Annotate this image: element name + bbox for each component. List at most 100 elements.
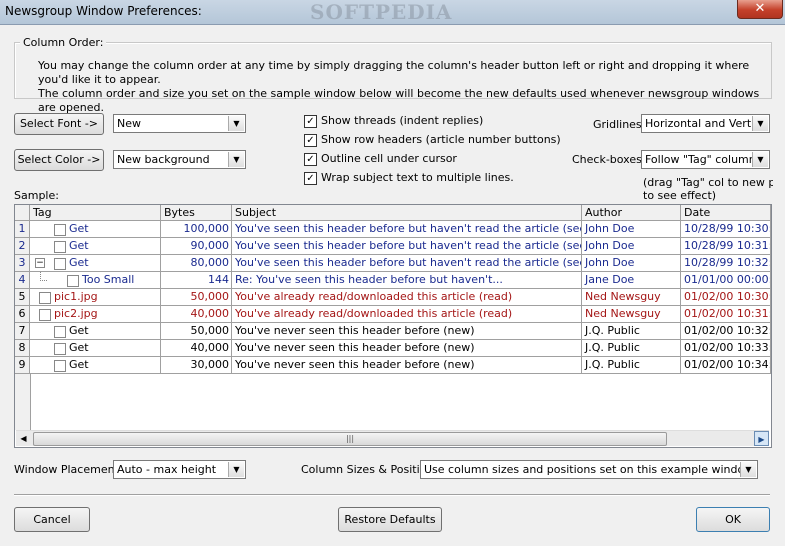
chevron-down-icon[interactable]: ▼ (752, 116, 768, 131)
tag-text: Get (69, 341, 89, 354)
row-number[interactable]: 1 (15, 221, 30, 238)
row-number[interactable]: 7 (15, 323, 30, 340)
bytes-cell: 50,000 (161, 323, 232, 340)
close-button[interactable]: ✕ (737, 0, 783, 19)
restore-defaults-button[interactable]: Restore Defaults (338, 507, 442, 532)
chevron-down-icon[interactable]: ▼ (228, 462, 244, 477)
bytes-cell: 144 (161, 272, 232, 289)
tag-checkbox[interactable] (54, 241, 66, 253)
checkboxes-select[interactable]: Follow "Tag" column ▼ (641, 150, 770, 169)
tag-checkbox[interactable] (54, 360, 66, 372)
column-sizes-select[interactable]: Use column sizes and positions set on th… (420, 460, 758, 479)
column-header-author[interactable]: Author (582, 205, 681, 221)
chevron-down-icon[interactable]: ▼ (752, 152, 768, 167)
tag-text: Get (69, 358, 89, 371)
tag-cell[interactable]: Get (30, 357, 161, 374)
bytes-cell: 40,000 (161, 306, 232, 323)
sample-grid[interactable]: Tag Bytes Subject Author Date 1 Get 100,… (14, 204, 772, 448)
bytes-cell: 40,000 (161, 340, 232, 357)
window-title: Newsgroup Window Preferences: (5, 4, 202, 18)
gridlines-select[interactable]: Horizontal and Vertical ▼ (641, 114, 770, 133)
column-sizes-value: Use column sizes and positions set on th… (424, 463, 756, 476)
tag-cell[interactable]: pic1.jpg (30, 289, 161, 306)
table-row[interactable]: 6 pic2.jpg 40,000 You've already read/do… (15, 306, 771, 323)
checkboxes-hint-1: (drag "Tag" col to new pos (643, 176, 773, 189)
tag-cell[interactable]: Get (30, 323, 161, 340)
date-cell: 01/02/00 10:33:00 (681, 340, 771, 357)
date-cell: 01/01/00 00:00:00 (681, 272, 771, 289)
select-color-button[interactable]: Select Color -> (14, 149, 104, 171)
wrap-subject-checkbox[interactable]: ✓ (304, 172, 317, 185)
scroll-thumb[interactable]: ||| (33, 432, 667, 446)
column-header-tag[interactable]: Tag (30, 205, 161, 221)
tag-checkbox[interactable] (54, 224, 66, 236)
row-number[interactable]: 3 (15, 255, 30, 272)
ok-button[interactable]: OK (696, 507, 770, 532)
tag-cell[interactable]: Get (30, 238, 161, 255)
font-select-value: New (117, 117, 141, 130)
date-cell: 10/28/99 10:30:00 (681, 221, 771, 238)
column-header-date[interactable]: Date (681, 205, 771, 221)
author-cell: Jane Doe (582, 272, 681, 289)
row-number[interactable]: 4 (15, 272, 30, 289)
subject-cell: Re: You've seen this header before but h… (232, 272, 582, 289)
scroll-left-icon[interactable]: ◀ (16, 431, 31, 446)
row-header-filler (15, 374, 31, 430)
show-row-headers-checkbox[interactable]: ✓ (304, 134, 317, 147)
select-font-button[interactable]: Select Font -> (14, 113, 104, 135)
tag-checkbox[interactable] (54, 343, 66, 355)
outline-cell-checkbox[interactable]: ✓ (304, 153, 317, 166)
table-row[interactable]: 9 Get 30,000 You've never seen this head… (15, 357, 771, 374)
tag-cell[interactable]: pic2.jpg (30, 306, 161, 323)
table-row[interactable]: 5 pic1.jpg 50,000 You've already read/do… (15, 289, 771, 306)
scroll-right-icon[interactable]: ▶ (754, 431, 769, 446)
table-row[interactable]: 7 Get 50,000 You've never seen this head… (15, 323, 771, 340)
date-cell: 10/28/99 10:32:00 (681, 255, 771, 272)
description-line-2: The column order and size you set on the… (38, 87, 760, 114)
row-number[interactable]: 6 (15, 306, 30, 323)
tag-checkbox[interactable] (39, 292, 51, 304)
tag-text: pic1.jpg (54, 290, 98, 303)
window-placement-select[interactable]: Auto - max height ▼ (113, 460, 246, 479)
row-number[interactable]: 2 (15, 238, 30, 255)
tag-text: pic2.jpg (54, 307, 98, 320)
show-threads-checkbox[interactable]: ✓ (304, 115, 317, 128)
row-number[interactable]: 8 (15, 340, 30, 357)
color-select[interactable]: New background ▼ (113, 150, 246, 169)
table-row[interactable]: 3 − Get 80,000 You've seen this header be… (15, 255, 771, 272)
gridlines-value: Horizontal and Vertical (645, 117, 753, 130)
outline-cell-label: Outline cell under cursor (321, 152, 457, 165)
tag-text: Get (69, 222, 89, 235)
chevron-down-icon[interactable]: ▼ (228, 116, 244, 131)
collapse-icon[interactable]: − (35, 258, 45, 268)
table-row[interactable]: 4 Too Small 144 Re: You've seen this hea… (15, 272, 771, 289)
tag-cell[interactable]: Get (30, 221, 161, 238)
date-cell: 01/02/00 10:34:00 (681, 357, 771, 374)
tag-cell[interactable]: − Get (30, 255, 161, 272)
row-number[interactable]: 9 (15, 357, 30, 374)
tag-checkbox[interactable] (54, 258, 66, 270)
horizontal-scrollbar[interactable]: ◀ ||| ▶ (16, 430, 769, 446)
chevron-down-icon[interactable]: ▼ (740, 462, 756, 477)
tag-checkbox[interactable] (39, 309, 51, 321)
subject-cell: You've already read/downloaded this arti… (232, 306, 582, 323)
tag-cell[interactable]: Get (30, 340, 161, 357)
tag-text: Get (69, 324, 89, 337)
chevron-down-icon[interactable]: ▼ (228, 152, 244, 167)
date-cell: 01/02/00 10:31:00 (681, 306, 771, 323)
subject-cell: You've never seen this header before (ne… (232, 357, 582, 374)
tag-checkbox[interactable] (67, 275, 79, 287)
tag-cell[interactable]: Too Small (30, 272, 161, 289)
table-row[interactable]: 8 Get 40,000 You've never seen this head… (15, 340, 771, 357)
author-cell: Ned Newsguy (582, 306, 681, 323)
font-select[interactable]: New ▼ (113, 114, 246, 133)
cancel-button[interactable]: Cancel (14, 507, 90, 532)
description-line-1: You may change the column order at any t… (38, 59, 750, 86)
column-header-bytes[interactable]: Bytes (161, 205, 232, 221)
table-row[interactable]: 1 Get 100,000 You've seen this header be… (15, 221, 771, 238)
row-number[interactable]: 5 (15, 289, 30, 306)
tag-checkbox[interactable] (54, 326, 66, 338)
table-row[interactable]: 2 Get 90,000 You've seen this header bef… (15, 238, 771, 255)
bytes-cell: 50,000 (161, 289, 232, 306)
column-header-subject[interactable]: Subject (232, 205, 582, 221)
